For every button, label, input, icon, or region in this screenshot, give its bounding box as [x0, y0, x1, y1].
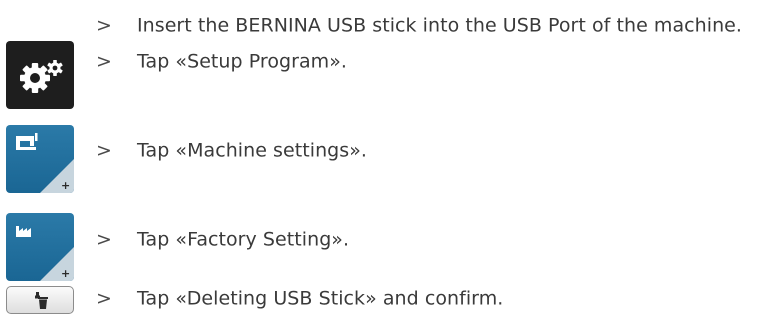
- machine-settings-button[interactable]: +: [6, 125, 74, 193]
- factory-icon: +: [16, 226, 74, 281]
- gears-icon: [20, 60, 63, 93]
- step-text: Tap «Setup Program».: [137, 50, 347, 73]
- usb-stick-delete-icon: [35, 292, 48, 309]
- step-marker: >: [96, 50, 112, 73]
- factory-setting-button[interactable]: +: [6, 213, 74, 281]
- step-marker: >: [96, 228, 112, 251]
- svg-text:+: +: [61, 179, 70, 192]
- svg-text:+: +: [61, 267, 70, 280]
- delete-usb-stick-button[interactable]: [6, 286, 74, 314]
- step-marker: >: [96, 139, 112, 162]
- step-marker: >: [96, 14, 112, 37]
- sewing-machine-icon: +: [16, 133, 74, 193]
- step-text: Tap «Factory Setting».: [137, 228, 350, 251]
- step-text: Tap «Deleting USB Stick» and confirm.: [137, 287, 504, 310]
- step-text: Insert the BERNINA USB stick into the US…: [137, 14, 742, 37]
- setup-program-button[interactable]: [6, 41, 74, 109]
- step-text: Tap «Machine settings».: [137, 139, 367, 162]
- step-marker: >: [96, 287, 112, 310]
